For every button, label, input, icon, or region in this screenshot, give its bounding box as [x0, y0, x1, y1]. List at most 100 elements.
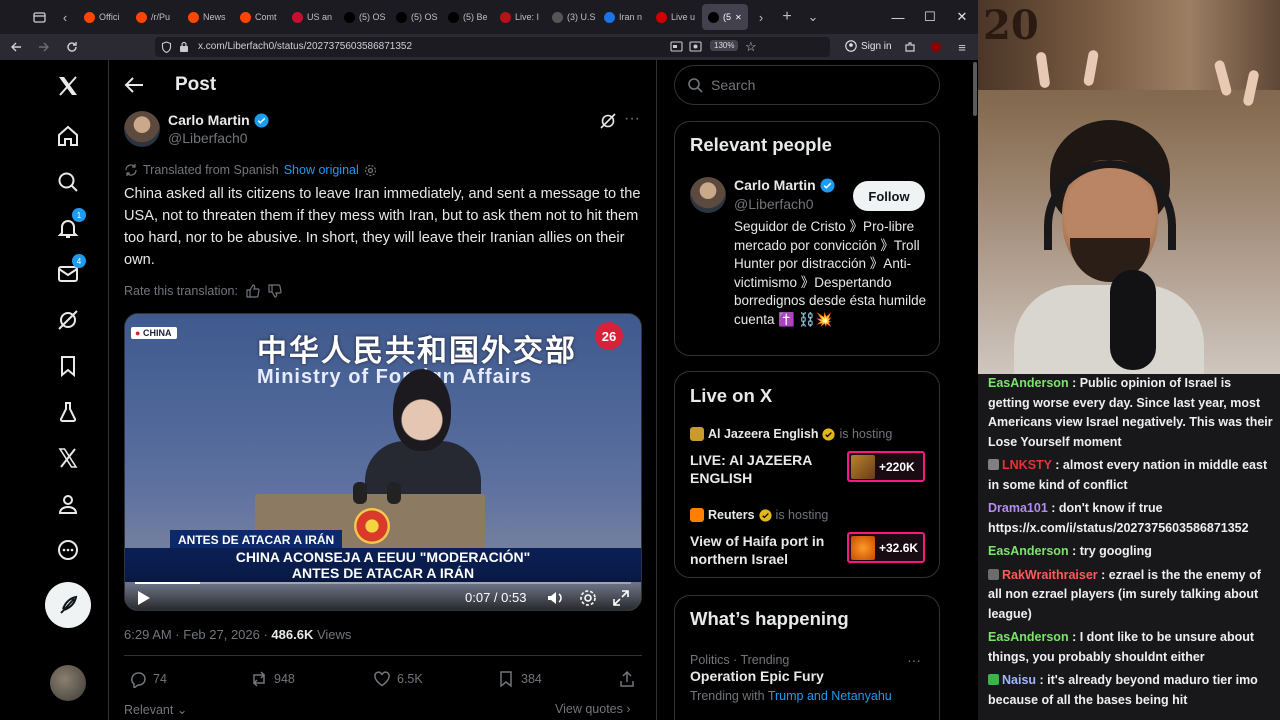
reload-icon[interactable]	[58, 34, 86, 60]
browser-tab[interactable]: (5) OS	[390, 4, 442, 30]
tab-overview-icon[interactable]	[26, 4, 52, 30]
screenshot-icon[interactable]	[689, 40, 702, 53]
chat-username[interactable]: Drama101	[988, 501, 1048, 515]
volume-icon[interactable]	[546, 589, 564, 607]
more-options-icon[interactable]	[52, 534, 84, 566]
browser-tab[interactable]: Offici	[78, 4, 130, 30]
chat-username[interactable]: LNKSTY	[1002, 458, 1052, 472]
relevant-person-handle[interactable]: @Liberfach0	[734, 196, 814, 212]
relevant-person-avatar[interactable]	[690, 177, 726, 213]
browser-tab[interactable]: (5) Be	[442, 4, 494, 30]
sort-replies-dropdown[interactable]: Relevant ⌄	[124, 702, 187, 717]
post-more-icon[interactable]: ···	[624, 111, 642, 130]
ublock-icon[interactable]	[922, 34, 950, 60]
space-host-row[interactable]: Reuters is hosting	[690, 508, 828, 522]
chat-username[interactable]: EasAnderson	[988, 544, 1069, 558]
app-menu-icon[interactable]: ≡	[948, 34, 976, 60]
space-listeners-pill[interactable]: +220K	[847, 451, 925, 482]
scroll-tabs-right-icon[interactable]: ›	[748, 4, 774, 30]
relevant-person-name-text[interactable]: Carlo Martin	[734, 177, 816, 193]
page-scrollbar[interactable]	[973, 62, 977, 116]
x-logo-icon[interactable]	[52, 70, 84, 102]
maximize-icon[interactable]: ☐	[914, 0, 946, 34]
close-window-icon[interactable]: ✕	[946, 0, 978, 34]
bookmark-button[interactable]: 384	[497, 670, 542, 688]
profile-icon[interactable]	[52, 488, 84, 520]
author-handle[interactable]: @Liberfach0	[168, 130, 248, 146]
jobs-flask-icon[interactable]	[52, 396, 84, 428]
trending-with-names[interactable]: Trump and Netanyahu	[768, 689, 892, 703]
back-arrow-icon[interactable]	[123, 74, 145, 96]
shield-icon[interactable]	[161, 41, 172, 53]
bookmarks-icon[interactable]	[52, 350, 84, 382]
like-button[interactable]: 6.5K	[373, 670, 423, 688]
back-icon[interactable]	[2, 34, 30, 60]
video-settings-icon[interactable]	[579, 589, 597, 607]
author-name[interactable]: Carlo Martin	[168, 112, 269, 128]
browser-tab[interactable]: /r/Pu	[130, 4, 182, 30]
trend-more-icon[interactable]: ···	[907, 652, 921, 668]
settings-gear-icon[interactable]	[364, 164, 377, 177]
messages-envelope-icon[interactable]: 4	[52, 254, 86, 290]
chat-username[interactable]: EasAnderson	[988, 376, 1069, 390]
show-original-link[interactable]: Show original	[284, 163, 359, 177]
zoom-level[interactable]: 130%	[710, 40, 739, 51]
grok-icon[interactable]	[52, 304, 84, 336]
browser-tab[interactable]: (3) U.S	[546, 4, 598, 30]
minimize-icon[interactable]: —	[882, 0, 914, 34]
url-bar[interactable]: x.com/Liberfach0/status/2027375603586871…	[155, 37, 830, 57]
browser-tab[interactable]: News	[182, 4, 234, 30]
scroll-tabs-left-icon[interactable]: ‹	[52, 4, 78, 30]
share-button[interactable]	[618, 670, 636, 688]
browser-tab[interactable]: US an	[286, 4, 338, 30]
new-tab-icon[interactable]: +	[774, 4, 800, 30]
browser-tab[interactable]: Iran n	[598, 4, 650, 30]
browser-tab[interactable]: Live u	[650, 4, 702, 30]
follow-button[interactable]: Follow	[853, 181, 925, 211]
chat-username[interactable]: EasAnderson	[988, 630, 1069, 644]
relevant-person-name[interactable]: Carlo Martin	[734, 177, 835, 193]
reply-button[interactable]: 74	[129, 670, 167, 688]
sign-in-button[interactable]: Sign in	[845, 40, 892, 52]
premium-x-icon[interactable]	[52, 442, 84, 474]
al-jazeera-logo-icon	[690, 427, 704, 441]
author-avatar[interactable]	[124, 111, 160, 147]
space-title[interactable]: View of Haifa port in northern Israel	[690, 532, 830, 568]
lock-icon[interactable]	[179, 41, 189, 53]
explore-search-icon[interactable]	[52, 166, 84, 198]
close-tab-icon[interactable]: ✕	[735, 13, 742, 22]
fullscreen-icon[interactable]	[612, 589, 630, 607]
browser-tab[interactable]: (5) OS	[338, 4, 390, 30]
space-host-row[interactable]: Al Jazeera English is hosting	[690, 427, 892, 441]
trend-title[interactable]: Operation Epic Fury	[690, 668, 824, 684]
chat-username[interactable]: RakWraithraiser	[1002, 568, 1098, 582]
list-all-tabs-icon[interactable]: ⌄	[800, 4, 826, 30]
post-timestamp[interactable]: 6:29 AM · Feb 27, 2026 ·	[124, 627, 271, 642]
view-quotes-link[interactable]: View quotes ›	[555, 702, 631, 716]
space-title[interactable]: LIVE: Al JAZEERA ENGLISH	[690, 451, 830, 487]
account-avatar[interactable]	[50, 665, 86, 701]
thumbs-up-icon[interactable]	[246, 284, 260, 298]
search-input[interactable]: Search	[674, 65, 940, 105]
browser-tab[interactable]: Live: I	[494, 4, 546, 30]
notifications-bell-icon[interactable]: 1	[52, 208, 86, 244]
browser-tab[interactable]: Comt	[234, 4, 286, 30]
chat-message: Naisu : it's already beyond maduro tier …	[988, 671, 1276, 710]
extensions-icon[interactable]	[896, 34, 924, 60]
url-text[interactable]: x.com/Liberfach0/status/2027375603586871…	[198, 41, 412, 52]
bookmark-star-icon[interactable]: ☆	[745, 39, 757, 55]
space-listeners-pill[interactable]: +32.6K	[847, 532, 925, 563]
reader-view-icon[interactable]	[670, 40, 683, 53]
chat-username[interactable]: Naisu	[1002, 673, 1036, 687]
thumbs-down-icon[interactable]	[268, 284, 282, 298]
forward-icon[interactable]	[30, 34, 58, 60]
repost-button[interactable]: 948	[250, 670, 295, 688]
video-progress-bar[interactable]	[135, 582, 631, 584]
browser-tab[interactable]: (5 ✕	[702, 4, 748, 30]
grok-explain-icon[interactable]	[599, 112, 617, 130]
author-name-text[interactable]: Carlo Martin	[168, 112, 250, 128]
play-icon[interactable]	[137, 590, 151, 606]
video-player[interactable]: 中华人民共和国外交部 Ministry of Foreign Affairs 2…	[124, 313, 642, 611]
home-icon[interactable]	[52, 120, 84, 152]
compose-post-button[interactable]	[45, 582, 91, 628]
